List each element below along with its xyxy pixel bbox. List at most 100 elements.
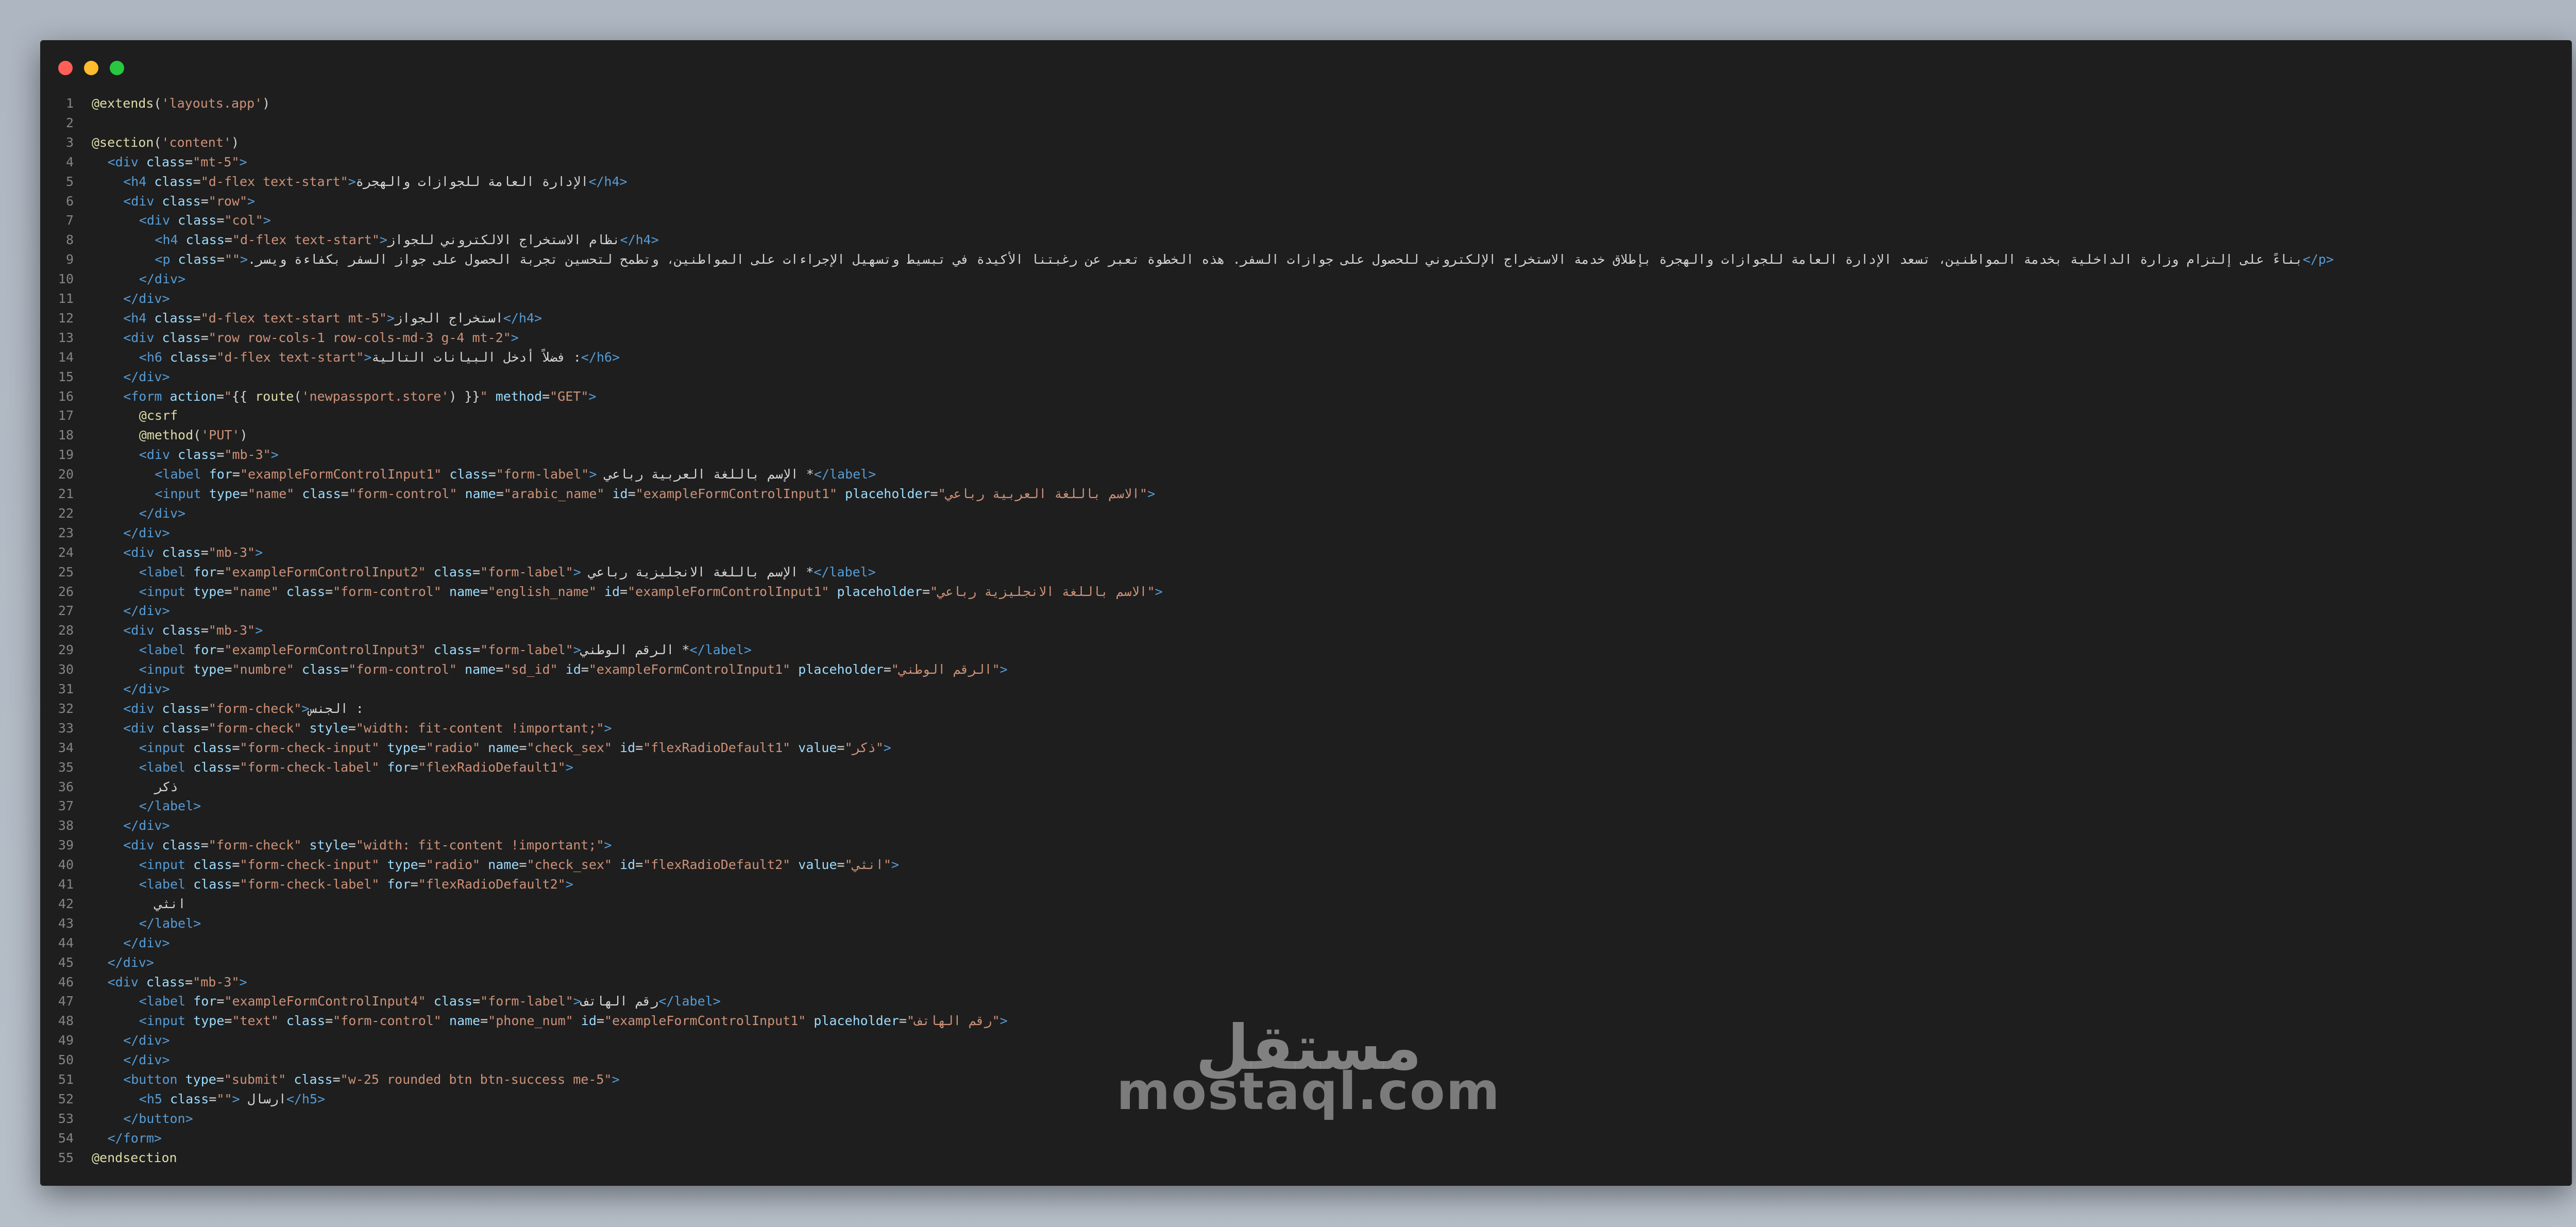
line-number: 7	[65, 213, 74, 228]
code-token: =	[837, 740, 845, 755]
code-token: <div	[123, 623, 155, 638]
code-token: =	[922, 584, 930, 599]
line-number: 46	[58, 974, 74, 990]
code-token: =	[216, 564, 225, 580]
code-token: route	[255, 388, 294, 404]
code-token: =	[837, 857, 845, 873]
code-token: ارسال	[240, 1091, 286, 1106]
code-text: <button type="submit" class="w-25 rounde…	[123, 1070, 619, 1089]
code-token: الرقم الوطني *	[581, 642, 690, 658]
minimize-window-button[interactable]	[84, 61, 98, 75]
line-number: 50	[58, 1052, 74, 1068]
code-token: id	[557, 662, 581, 677]
code-text: </div>	[123, 933, 170, 953]
code-token: class	[286, 1072, 333, 1087]
line-number: 6	[65, 193, 74, 209]
code-token: >	[588, 388, 597, 404]
code-token: class	[185, 740, 232, 755]
code-token: </div>	[123, 1033, 170, 1048]
code-text: @csrf	[139, 406, 178, 425]
code-token: method	[487, 388, 543, 404]
line-number: 2	[65, 115, 74, 130]
code-token: =	[232, 740, 240, 755]
code-token: =	[332, 1072, 341, 1087]
code-token: =	[216, 642, 225, 658]
code-token: >	[255, 544, 263, 560]
code-token: =	[480, 584, 488, 599]
code-token: =	[620, 584, 628, 599]
code-token: =	[341, 662, 349, 677]
code-text: <input type="numbre" class="form-control…	[139, 660, 1008, 679]
line-number: 23	[58, 525, 74, 540]
code-token: </div>	[123, 291, 170, 306]
code-token: </form>	[107, 1130, 162, 1146]
code-token: "form-check-label"	[240, 877, 380, 892]
code-token: </div>	[123, 603, 170, 619]
line-number: 3	[65, 134, 74, 150]
code-token: "exampleFormControlInput2"	[224, 564, 426, 580]
code-text: </div>	[139, 269, 185, 289]
code-token: "mb-3"	[208, 544, 256, 560]
code-token: @extends	[92, 96, 154, 111]
maximize-window-button[interactable]	[110, 61, 124, 75]
code-token: >	[1155, 584, 1163, 599]
code-token: >	[255, 623, 263, 638]
code-token: >	[239, 154, 247, 169]
code-text: <input type="text" class="form-control" …	[139, 1011, 1008, 1031]
code-token: placeholder	[829, 584, 923, 599]
code-token: ) }}	[449, 388, 480, 404]
code-token: "exampleFormControlInput1"	[588, 662, 791, 677]
code-token: "check_sex"	[527, 740, 613, 755]
code-token: ذكر	[155, 779, 178, 794]
code-token: class	[138, 154, 185, 169]
line-number: 52	[58, 1091, 74, 1106]
line-number: 43	[58, 915, 74, 931]
code-token: class	[162, 349, 209, 365]
code-text: </div>	[108, 953, 154, 973]
code-token: for	[185, 564, 217, 580]
line-number: 11	[58, 291, 74, 306]
close-window-button[interactable]	[58, 61, 73, 75]
code-token: <input	[139, 662, 186, 677]
code-text: <div class="mt-5">	[108, 152, 247, 172]
code-token: "form-control"	[333, 1013, 442, 1029]
code-token: for	[379, 759, 411, 775]
code-token: >	[511, 330, 519, 345]
code-token: 'newpassport.store'	[301, 388, 449, 404]
code-token: </div>	[139, 271, 186, 287]
code-text: @section('content')	[92, 133, 239, 152]
line-number: 32	[58, 701, 74, 716]
line-number: 37	[58, 798, 74, 814]
code-token: =	[542, 388, 550, 404]
line-number: 14	[58, 349, 74, 365]
code-token: id	[573, 1013, 597, 1029]
line-number: 55	[58, 1150, 74, 1165]
code-token: "flexRadioDefault1"	[418, 759, 566, 775]
code-token: "form-check-label"	[240, 759, 380, 775]
code-text: <label for="exampleFormControlInput2" cl…	[139, 563, 876, 582]
code-token: for	[185, 994, 217, 1009]
code-token: id	[596, 584, 620, 599]
code-token: =	[519, 740, 527, 755]
code-token: >	[573, 642, 581, 658]
code-token: class	[426, 642, 473, 658]
code-token: الإسم باللغة العربية رباعي *	[597, 467, 814, 482]
code-token: <input	[139, 1013, 186, 1029]
code-token: id	[604, 486, 628, 501]
code-token: =	[418, 857, 426, 873]
code-token: <div	[123, 193, 155, 209]
code-token: =	[899, 1013, 907, 1029]
code-token: type	[379, 857, 418, 873]
code-token: <form	[123, 388, 162, 404]
code-token: =	[200, 193, 209, 209]
code-token: "form-label"	[496, 467, 589, 482]
code-token: "arabic_name"	[503, 486, 605, 501]
code-text: @method('PUT')	[139, 425, 248, 445]
code-token: "flexRadioDefault1"	[643, 740, 791, 755]
code-token: "الاسم باللغة الانجليزية رباعي"	[930, 584, 1155, 599]
code-token: </div>	[139, 505, 186, 521]
code-token: <h6	[139, 349, 162, 365]
code-token: =	[488, 467, 496, 482]
code-token: class	[442, 467, 488, 482]
code-token: <label	[155, 467, 201, 482]
